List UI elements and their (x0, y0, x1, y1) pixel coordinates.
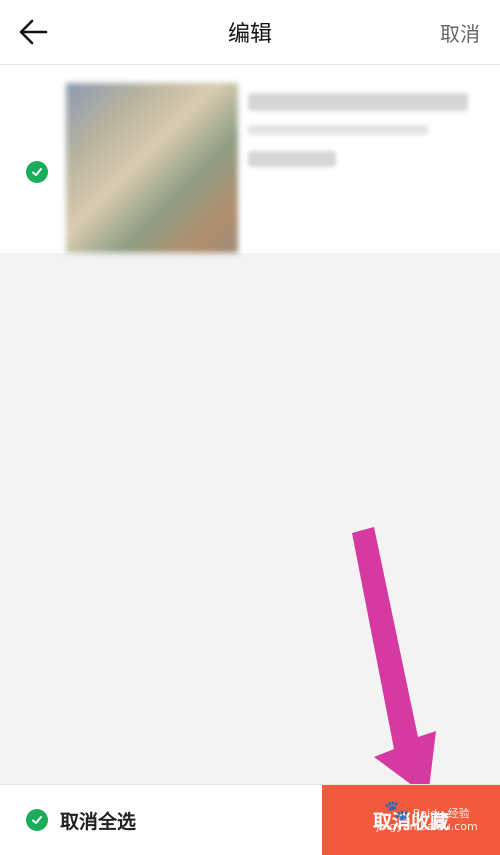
cancel-button[interactable]: 取消 (440, 18, 480, 47)
item-thumbnail (66, 83, 238, 253)
check-circle-icon[interactable] (26, 161, 48, 183)
annotation-arrow (352, 527, 436, 797)
top-bar: 编辑 取消 (0, 0, 500, 65)
watermark-brand: 🐾 Baidu 经验 (372, 800, 482, 820)
check-circle-icon (26, 809, 48, 831)
paw-icon: 🐾 (384, 798, 410, 822)
select-all-toggle[interactable]: 取消全选 (26, 807, 136, 833)
watermark-brand-text: Baidu 经验 (412, 807, 470, 820)
item-meta-blurred (248, 151, 336, 167)
select-all-label: 取消全选 (60, 810, 137, 833)
page-title: 编辑 (227, 22, 272, 47)
watermark: 🐾 Baidu 经验 jingyan.baidu.com (372, 800, 482, 833)
item-subtitle-blurred (248, 125, 428, 135)
watermark-url: jingyan.baidu.com (376, 820, 478, 833)
list-item[interactable] (0, 65, 500, 253)
item-title-blurred (248, 93, 468, 111)
